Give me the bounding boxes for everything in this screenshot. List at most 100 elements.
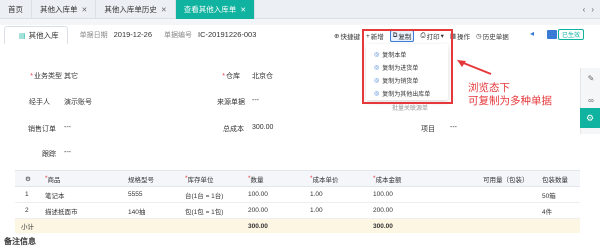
project-value: --- (450, 124, 457, 131)
table-row[interactable]: 1 笔记本 5555 台(1台 = 1台) 100.00 1.00 100.00… (15, 187, 580, 203)
col-avail: 可用量（包装） (483, 171, 529, 186)
col-amount-label: 成本金额 (375, 176, 402, 184)
cell-pack: 4件 (542, 208, 553, 216)
col-qty: * 数量 (248, 171, 264, 186)
subtotal-qty: 300.00 (248, 222, 268, 230)
cell-amount: 100.00 (373, 191, 393, 198)
tab-history-label: 其他入库单历史 (104, 5, 157, 14)
list-view-icon[interactable] (547, 30, 557, 39)
handler-value: 演示账号 (64, 99, 92, 106)
col-unit-label: 库存单位 (187, 176, 214, 184)
col-pack: 包装数量 (542, 171, 568, 186)
highlight-box (362, 29, 453, 104)
status-badge-text: 已生效 (562, 33, 581, 39)
business-type-field: *业务类型 (4, 71, 62, 81)
tab-other-inbound[interactable]: 其他入库单 ✕ (32, 0, 97, 19)
row-index: 2 (25, 207, 29, 214)
cell-price: 1.00 (310, 191, 323, 198)
col-product: * 商品 (45, 171, 61, 186)
cell-unit: 台(1台 = 1台) (185, 192, 224, 200)
batch-link-source[interactable]: 批量关联源单 (392, 103, 428, 112)
annotation-text: 浏览态下 可复制为多种单据 (468, 82, 552, 108)
tab-other-inbound-label: 其他入库单 (40, 5, 78, 14)
required-mark: * (222, 73, 225, 80)
history-button[interactable]: ◷ 历史单据 (476, 31, 509, 41)
table-header: ⚙ * 商品 规格型号 * 库存单位 * 数量 * 成本单价 * 成本金额 可用量（包装）… (15, 170, 580, 187)
col-unit: * 库存单位 (185, 171, 214, 186)
col-product-label: 商品 (47, 176, 61, 184)
ops-label: 操作 (457, 34, 471, 41)
follow-value: --- (64, 149, 71, 156)
settings-icon[interactable]: ⚙ (25, 171, 31, 186)
warehouse-label: 仓库 (226, 73, 240, 80)
clock-icon: ◷ (476, 33, 482, 40)
close-icon[interactable]: ✕ (240, 6, 246, 14)
table-row[interactable]: 2 描述抵面市 140抽 包(1包 = 1包) 200.00 1.00 200.… (15, 203, 580, 219)
cell-amount: 200.00 (373, 207, 393, 214)
cell-product: 描述抵面市 (45, 208, 78, 216)
link-icon[interactable]: ∞ (586, 96, 596, 106)
warehouse-value: 北京仓 (252, 73, 273, 80)
cell-qty: 200.00 (248, 207, 268, 214)
annotation-line-1: 浏览态下 (468, 82, 510, 94)
sales-order-label: 销售订单 (28, 126, 56, 133)
doc-no-value: IC-20191226-003 (198, 30, 257, 39)
doc-no-label: 单据编号 (164, 32, 192, 39)
col-pack-label: 包装数量 (542, 176, 568, 184)
tab-home[interactable]: 首页 (0, 0, 32, 19)
business-type-label: 业务类型 (34, 73, 62, 80)
close-icon[interactable]: ✕ (82, 6, 88, 14)
col-avail-label: 可用量（包装） (483, 176, 529, 184)
divider (0, 19, 600, 25)
tab-home-label: 首页 (8, 5, 23, 14)
total-cost-field: 总成本 (200, 124, 244, 134)
handler-field: 经手人 (4, 97, 50, 107)
close-icon[interactable]: ✕ (161, 6, 167, 14)
col-amount: * 成本金额 (373, 171, 402, 186)
tab-other-inbound-history[interactable]: 其他入库单历史 ✕ (96, 0, 176, 19)
cell-qty: 100.00 (248, 191, 268, 198)
sales-order-value: --- (64, 124, 71, 131)
shortcut-label: 快捷键 (340, 34, 360, 41)
total-cost-label: 总成本 (223, 126, 244, 133)
warehouse-field: *仓库 (200, 71, 240, 81)
shortcut-button[interactable]: ⊕ 快捷键 (334, 31, 360, 41)
prev-record-icon[interactable]: ◂ (530, 29, 534, 38)
col-spec: 规格型号 (128, 171, 154, 186)
col-spec-label: 规格型号 (128, 176, 154, 184)
items-table: ⚙ * 商品 规格型号 * 库存单位 * 数量 * 成本单价 * 成本金额 可用量（包装）… (15, 170, 580, 233)
source-field: 来源单据 (200, 97, 245, 107)
help-icon: ⊕ (334, 33, 340, 40)
handler-label: 经手人 (29, 99, 50, 106)
project-label: 项目 (421, 126, 435, 133)
source-value: --- (252, 97, 259, 104)
doc-date-value: 2019-12-26 (113, 30, 152, 39)
total-cost-value: 300.00 (252, 124, 274, 131)
document-icon: ▤ (19, 32, 26, 40)
cell-pack: 50箱 (542, 192, 556, 200)
subtotal-amount: 300.00 (373, 222, 393, 230)
follow-field: 跟踪 (4, 149, 56, 159)
tab-view-label: 查看其他入库单 (183, 5, 237, 14)
notes-title: 备注信息 (4, 237, 36, 246)
doc-tab-label: 其他入库 (28, 31, 59, 40)
tab-view-other-inbound[interactable]: 查看其他入库单 ✕ (175, 0, 256, 19)
chevron-right-icon[interactable]: › (591, 5, 594, 14)
doc-no: 单据编号 IC-20191226-003 (164, 30, 256, 40)
tab-bar: 首页 其他入库单 ✕ 其他入库单历史 ✕ 查看其他入库单 ✕ (0, 0, 600, 19)
col-price-label: 成本单价 (312, 176, 339, 184)
record-nav: ◂ (530, 29, 534, 38)
col-qty-label: 数量 (250, 176, 264, 184)
setting-icon[interactable]: ⚙ (580, 108, 600, 128)
business-type-value: 其它 (64, 73, 78, 80)
col-price: * 成本单价 (310, 171, 339, 186)
chevron-left-icon[interactable]: ‹ (583, 5, 586, 14)
cell-unit: 包(1包 = 1包) (185, 208, 224, 216)
doc-tab[interactable]: ▤ 其他入库 (4, 26, 68, 44)
required-mark: * (30, 73, 33, 80)
edit-icon[interactable]: ✎ (586, 74, 596, 84)
cell-spec: 140抽 (128, 208, 146, 216)
subtotal-label: 小计 (21, 224, 34, 231)
sales-order-field: 销售订单 (4, 124, 56, 134)
cell-price: 1.00 (310, 207, 323, 214)
